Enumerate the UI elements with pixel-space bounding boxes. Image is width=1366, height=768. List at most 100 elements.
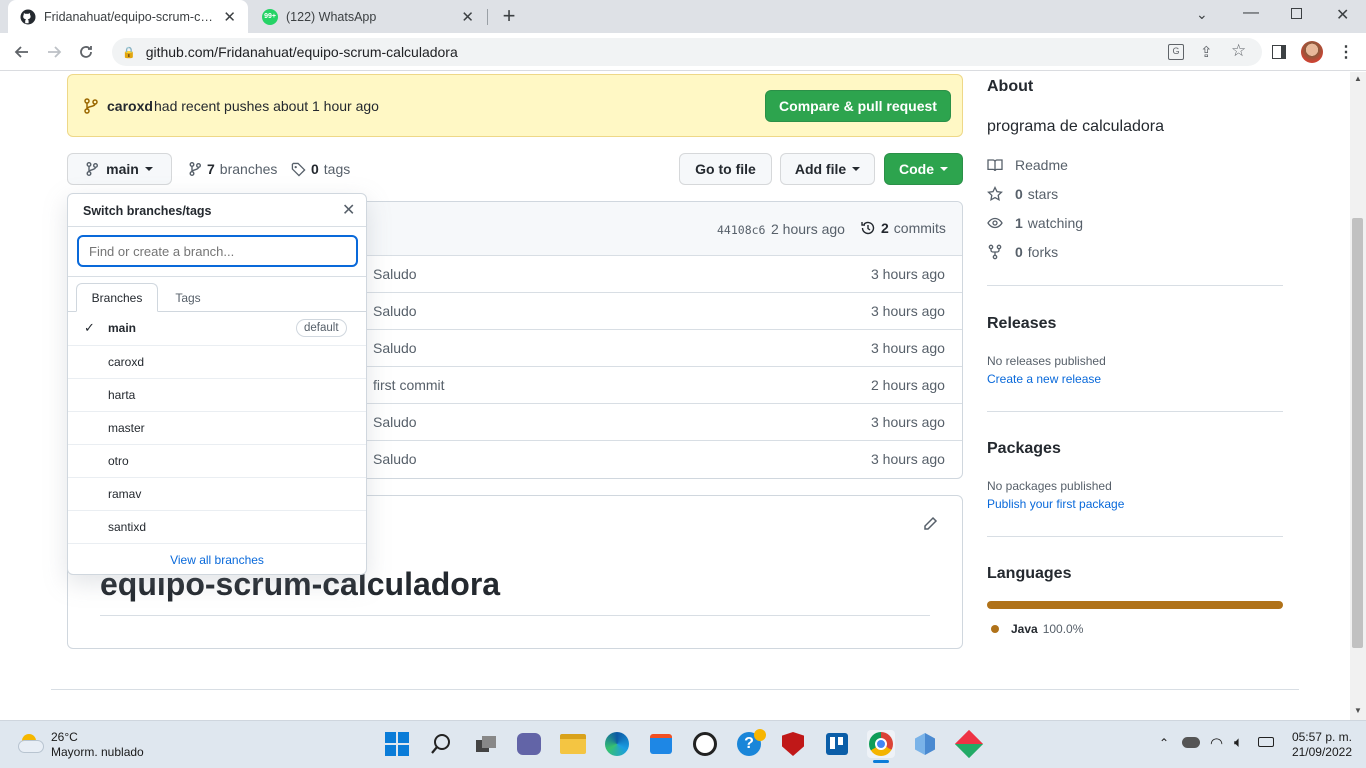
- add-file-button[interactable]: Add file: [780, 153, 875, 185]
- go-to-file-button[interactable]: Go to file: [679, 153, 772, 185]
- file-explorer-icon[interactable]: [559, 730, 587, 758]
- branch-filter-input[interactable]: [77, 235, 358, 267]
- stars-link[interactable]: 0 stars: [987, 186, 1058, 202]
- readme-link[interactable]: Readme: [987, 157, 1068, 173]
- commit-hash[interactable]: 44108c6: [717, 223, 765, 237]
- sidebar-divider: [987, 285, 1283, 286]
- branch-icon: [189, 162, 201, 176]
- tab-github[interactable]: Fridanahuat/equipo-scrum-calcuI ✕: [8, 0, 248, 33]
- branch-item-main[interactable]: ✓ main default: [68, 311, 366, 344]
- mcafee-icon[interactable]: [779, 730, 807, 758]
- clock-time[interactable]: 05:57 p. m.: [1290, 730, 1352, 744]
- weather-icon[interactable]: [18, 734, 46, 754]
- scrollbar-thumb[interactable]: [1352, 218, 1363, 648]
- close-tab-icon[interactable]: ✕: [223, 8, 236, 26]
- clock-date[interactable]: 21/09/2022: [1290, 745, 1352, 759]
- app-icon[interactable]: [691, 730, 719, 758]
- branch-item[interactable]: master: [68, 411, 366, 444]
- weather-text[interactable]: Mayorm. nublado: [51, 745, 144, 759]
- new-tab-icon[interactable]: +: [498, 5, 520, 27]
- view-all-branches-link[interactable]: View all branches: [68, 543, 366, 575]
- onedrive-icon[interactable]: [1182, 737, 1200, 748]
- code-button[interactable]: Code: [884, 153, 963, 185]
- back-icon[interactable]: [10, 40, 34, 64]
- scroll-down-icon[interactable]: ▼: [1354, 706, 1362, 715]
- branch-select-button[interactable]: main: [67, 153, 172, 185]
- teams-chat-icon[interactable]: [515, 730, 543, 758]
- close-tab-icon[interactable]: ✕: [461, 8, 474, 26]
- check-icon: ✓: [84, 320, 95, 335]
- branches-count: 7: [207, 161, 215, 177]
- branches-label: branches: [219, 161, 278, 177]
- branch-name: ramav: [108, 487, 142, 501]
- default-badge: default: [296, 319, 347, 337]
- history-icon: [861, 221, 875, 235]
- file-commit-message[interactable]: Saludo: [373, 266, 417, 282]
- bookmark-star-icon[interactable]: ☆: [1231, 41, 1246, 61]
- chevron-down-icon[interactable]: ⌄: [1196, 6, 1208, 23]
- box-app-icon[interactable]: [911, 730, 939, 758]
- side-panel-icon[interactable]: [1272, 45, 1286, 59]
- weather-temp[interactable]: 26°C: [51, 730, 78, 744]
- reload-icon[interactable]: [74, 40, 98, 64]
- branches-link[interactable]: 7 branches: [189, 161, 277, 177]
- tags-link[interactable]: 0 tags: [291, 161, 350, 177]
- add-file-label: Add file: [794, 161, 847, 177]
- chrome-icon[interactable]: [867, 730, 895, 758]
- wifi-icon[interactable]: ◠: [1210, 734, 1223, 752]
- volume-icon[interactable]: 🔈︎: [1234, 734, 1243, 751]
- search-icon[interactable]: [427, 730, 455, 758]
- battery-icon[interactable]: [1258, 737, 1274, 747]
- create-release-link[interactable]: Create a new release: [987, 372, 1101, 386]
- trello-icon[interactable]: [823, 730, 851, 758]
- commits-link[interactable]: 2 commits: [860, 220, 946, 236]
- maximize-icon[interactable]: [1291, 8, 1302, 19]
- branch-name: main: [108, 321, 137, 335]
- task-view-icon[interactable]: [472, 730, 500, 758]
- chevron-up-icon[interactable]: ⌃: [1159, 736, 1169, 750]
- minimize-icon[interactable]: —: [1243, 4, 1259, 22]
- profile-avatar[interactable]: [1301, 41, 1323, 63]
- tab-whatsapp[interactable]: 99+ (122) WhatsApp ✕: [250, 0, 486, 33]
- recent-push-banner: caroxd had recent pushes about 1 hour ag…: [67, 74, 963, 137]
- releases-title[interactable]: Releases: [987, 315, 1056, 333]
- windows-start-icon[interactable]: [383, 730, 411, 758]
- tab-tags[interactable]: Tags: [164, 283, 212, 312]
- store-icon[interactable]: [647, 730, 675, 758]
- close-icon[interactable]: ✕: [342, 200, 355, 220]
- forward-icon[interactable]: [42, 40, 66, 64]
- git-app-icon[interactable]: [954, 729, 984, 759]
- fork-icon: [988, 244, 1002, 260]
- close-window-icon[interactable]: ✕: [1336, 5, 1349, 25]
- dropdown-title: Switch branches/tags: [83, 204, 212, 218]
- watching-link[interactable]: 1 watching: [987, 215, 1083, 231]
- pencil-icon[interactable]: [922, 516, 938, 532]
- file-commit-message[interactable]: Saludo: [373, 451, 417, 467]
- tab-branches[interactable]: Branches: [76, 283, 158, 312]
- compare-pull-request-button[interactable]: Compare & pull request: [765, 90, 951, 122]
- languages-title: Languages: [987, 565, 1072, 582]
- help-icon[interactable]: ?: [735, 729, 766, 758]
- publish-package-link[interactable]: Publish your first package: [987, 497, 1124, 511]
- readme-label: Readme: [1015, 157, 1068, 173]
- file-commit-message[interactable]: Saludo: [373, 414, 417, 430]
- packages-title[interactable]: Packages: [987, 440, 1061, 458]
- branch-item[interactable]: otro: [68, 444, 366, 477]
- address-bar[interactable]: 🔒 github.com/Fridanahuat/equipo-scrum-ca…: [112, 38, 1262, 66]
- branch-item[interactable]: ramav: [68, 477, 366, 510]
- file-time: 3 hours ago: [871, 340, 945, 356]
- file-commit-message[interactable]: first commit: [373, 377, 445, 393]
- language-item[interactable]: Java 100.0%: [991, 622, 1083, 636]
- scroll-up-icon[interactable]: ▲: [1354, 74, 1362, 83]
- menu-icon[interactable]: ⋮: [1338, 42, 1354, 62]
- push-user[interactable]: caroxd: [107, 98, 153, 114]
- branch-item[interactable]: harta: [68, 378, 366, 411]
- file-commit-message[interactable]: Saludo: [373, 340, 417, 356]
- branch-item[interactable]: santixd: [68, 510, 366, 543]
- branch-item[interactable]: caroxd: [68, 345, 366, 378]
- forks-link[interactable]: 0 forks: [987, 244, 1058, 260]
- file-commit-message[interactable]: Saludo: [373, 303, 417, 319]
- translate-icon[interactable]: G: [1168, 44, 1184, 60]
- edge-icon[interactable]: [603, 730, 631, 758]
- share-icon[interactable]: ⇪: [1200, 43, 1213, 61]
